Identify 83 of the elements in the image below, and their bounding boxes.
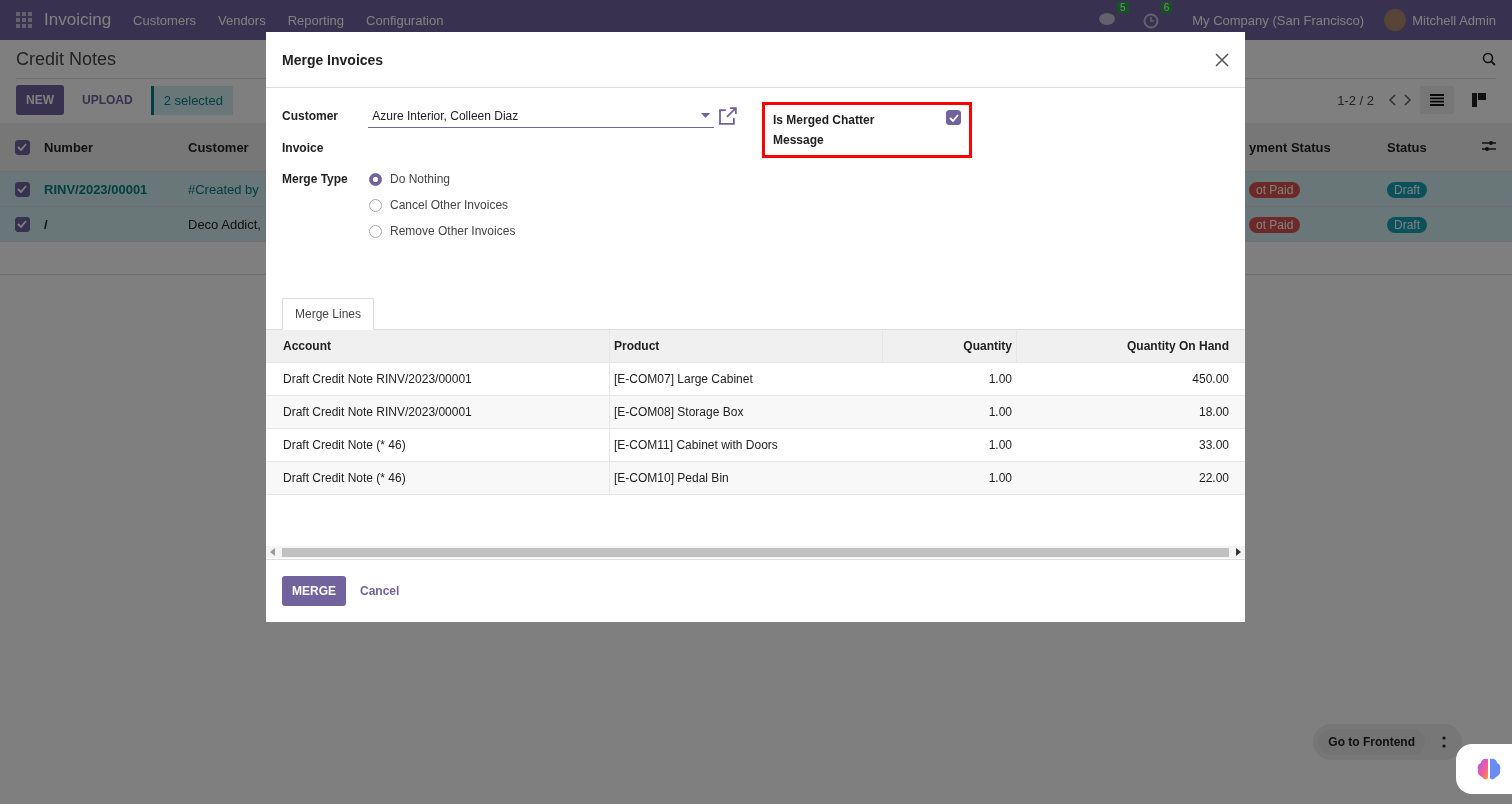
menu-item[interactable]: Reporting <box>287 13 345 28</box>
kebab-icon <box>1442 736 1446 748</box>
assistant-button[interactable] <box>1456 744 1512 794</box>
column-header[interactable]: yment Status <box>1249 139 1331 155</box>
page-title: Credit Notes <box>16 48 117 70</box>
scroll-right-icon[interactable] <box>1235 548 1241 556</box>
field-label: Merge Type <box>282 172 349 186</box>
sliders-icon[interactable] <box>1482 139 1496 152</box>
table-cell-text: Draft Credit Note RINV/2023/00001 <box>282 372 473 386</box>
table-cell-text: 1.00 <box>987 471 1013 485</box>
status-badge: ot Paid <box>1249 181 1301 198</box>
dialog-button[interactable]: Cancel <box>350 576 410 606</box>
column-header[interactable]: Product <box>609 330 882 362</box>
table-cell: [E-COM11] Cabinet with Doors <box>609 429 882 461</box>
table-cell-text: 1.00 <box>987 372 1013 386</box>
status-badge: Draft <box>1387 181 1427 198</box>
menu-item[interactable]: Configuration <box>366 13 444 28</box>
list-icon <box>1430 94 1444 106</box>
table-cell-text: / <box>44 216 49 232</box>
table-cell-text: 1.00 <box>987 438 1013 452</box>
pager-text: 1-2 / 2 <box>1337 92 1374 108</box>
table-cell-text: RINV/2023/00001 <box>44 181 149 197</box>
table-cell-text: 33.00 <box>1197 438 1230 452</box>
tab[interactable]: Merge Lines <box>282 298 375 330</box>
customer-field[interactable]: Azure Interior, Colleen Diaz <box>368 104 715 128</box>
dialog-title: Merge Invoices <box>282 51 384 68</box>
toolbar-button[interactable]: UPLOAD <box>72 85 143 115</box>
app-name[interactable]: Invoicing <box>44 10 112 30</box>
column-header[interactable]: Status <box>1387 139 1482 155</box>
row-checkbox[interactable] <box>14 216 30 232</box>
row-checkbox[interactable] <box>14 181 30 197</box>
radio-label[interactable]: Do Nothing <box>390 172 451 186</box>
caret-icon[interactable] <box>701 113 711 118</box>
table-cell-text: 22.00 <box>1197 471 1230 485</box>
brain-icon <box>1476 757 1502 781</box>
apps-grid-icon[interactable] <box>16 12 32 28</box>
column-header[interactable]: Number <box>44 139 188 155</box>
select-all-checkbox[interactable] <box>14 139 30 155</box>
clock-icon[interactable] <box>1142 13 1159 29</box>
table-cell-text: 18.00 <box>1197 405 1230 419</box>
field-label: Is Merged Chatter Message <box>773 112 876 149</box>
chevron-right-icon[interactable] <box>1404 94 1412 106</box>
external-link-icon[interactable] <box>718 107 738 125</box>
chevron-left-icon[interactable] <box>1388 94 1396 106</box>
close-icon[interactable] <box>1215 52 1229 67</box>
search-icon[interactable] <box>1482 52 1496 66</box>
table-cell-text: Draft Credit Note (* 46) <box>282 438 407 452</box>
table-cell: [E-COM10] Pedal Bin <box>609 462 882 494</box>
count-badge: 5 <box>1117 2 1129 13</box>
menu-item[interactable]: Customers <box>133 13 196 28</box>
field-label: Invoice <box>282 141 325 155</box>
toolbar-button[interactable]: NEW <box>16 85 64 115</box>
horizontal-scrollbar[interactable] <box>266 546 1245 558</box>
field-label: Customer <box>282 109 339 123</box>
selection-badge[interactable]: 2 selected <box>150 85 233 115</box>
user-menu[interactable]: Mitchell Admin <box>1412 13 1496 28</box>
table-cell-text: Draft Credit Note RINV/2023/00001 <box>282 405 473 419</box>
menu-item[interactable]: Vendors <box>217 13 266 28</box>
table-cell: #Created by <box>188 181 259 197</box>
radio-label[interactable]: Cancel Other Invoices <box>390 198 509 212</box>
status-badge: ot Paid <box>1249 216 1301 233</box>
kanban-icon <box>1472 93 1486 107</box>
column-header[interactable]: Quantity On Hand <box>1016 330 1245 362</box>
table-cell: Deco Addict, <box>188 216 261 232</box>
count-badge: 6 <box>1160 2 1173 13</box>
dialog-button[interactable]: MERGE <box>282 576 346 606</box>
list-view-button[interactable] <box>1420 86 1454 114</box>
table-cell-text: 1.00 <box>987 405 1013 419</box>
column-header[interactable]: Account <box>266 330 609 362</box>
company-switcher[interactable]: My Company (San Francisco) <box>1192 13 1365 28</box>
go-to-frontend-button[interactable]: Go to Frontend <box>1318 729 1425 755</box>
table-cell: [E-COM08] Storage Box <box>609 396 882 428</box>
checkbox[interactable] <box>946 110 961 125</box>
table-cell: [E-COM07] Large Cabinet <box>609 363 882 395</box>
chat-icon[interactable] <box>1099 13 1116 27</box>
scroll-left-icon[interactable] <box>270 548 276 556</box>
radio-button[interactable] <box>369 172 382 186</box>
radio-label[interactable]: Remove Other Invoices <box>390 224 516 238</box>
column-header[interactable]: Quantity <box>882 330 1016 362</box>
table-cell-text: 450.00 <box>1191 372 1230 386</box>
status-badge: Draft <box>1387 216 1427 233</box>
table-cell-text: Draft Credit Note (* 46) <box>282 471 407 485</box>
column-header[interactable]: Customer <box>188 139 249 155</box>
